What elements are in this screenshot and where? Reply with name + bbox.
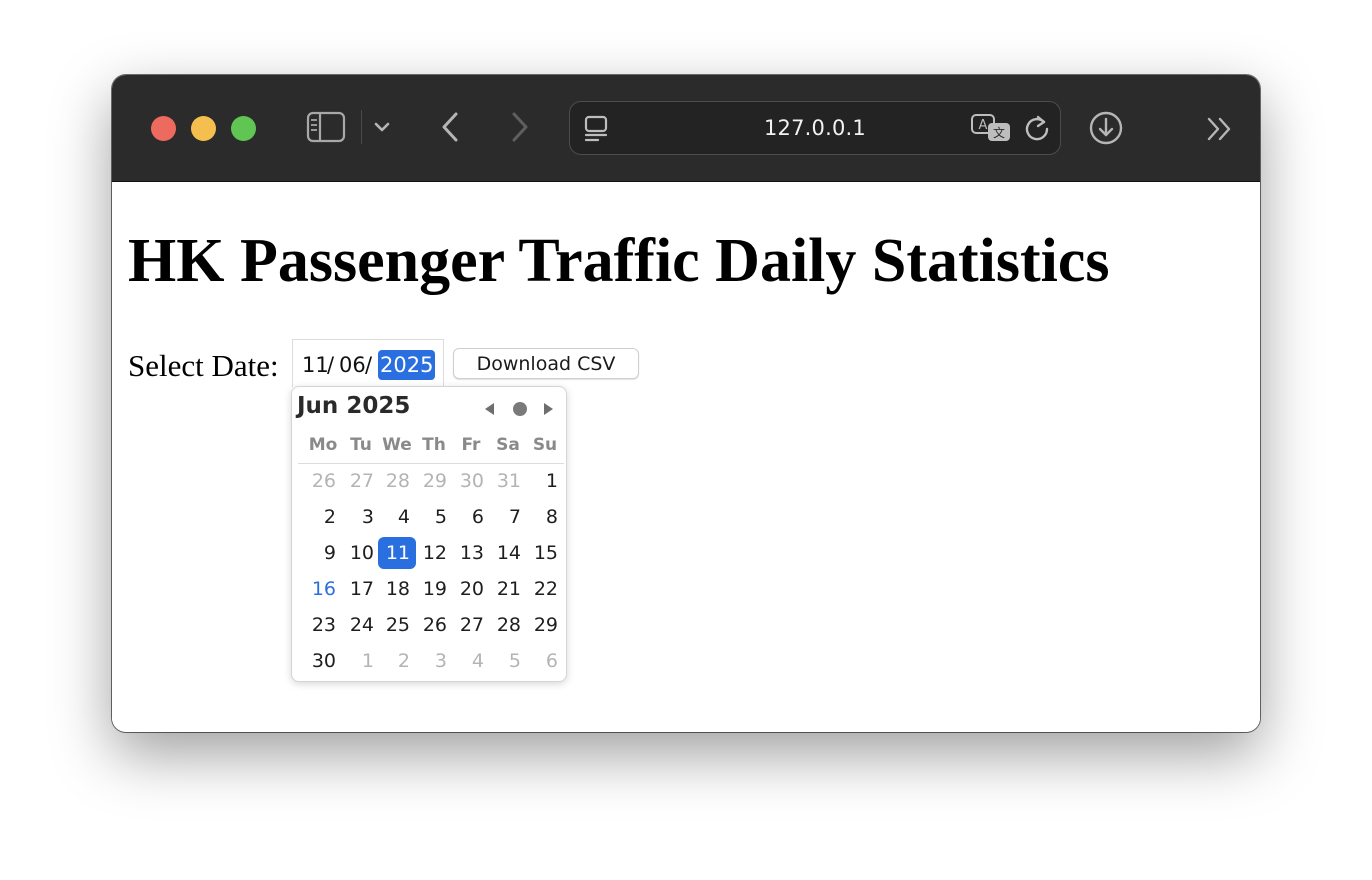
zoom-window-button[interactable]: [231, 116, 256, 141]
close-window-button[interactable]: [151, 116, 176, 141]
page-content: HK Passenger Traffic Daily Statistics Se…: [112, 182, 1260, 732]
calendar-day[interactable]: 27: [342, 465, 380, 497]
calendar-day[interactable]: 2: [378, 645, 416, 677]
calendar-day[interactable]: 5: [489, 645, 527, 677]
calendar-day[interactable]: 28: [489, 609, 527, 641]
weekday-label: We: [382, 435, 412, 455]
weekday-label: Sa: [496, 435, 520, 455]
calendar-month-title: Jun 2025: [297, 393, 411, 419]
date-input[interactable]: 11 / 06 / 2025: [292, 339, 444, 387]
translate-icon[interactable]: A 文: [970, 112, 1014, 146]
calendar-day[interactable]: 6: [452, 501, 490, 533]
browser-window: 127.0.0.1 A 文 HK Passenger Traffic Daily…: [112, 75, 1260, 732]
calendar-day[interactable]: 26: [415, 609, 453, 641]
date-year-segment[interactable]: 2025: [378, 350, 436, 380]
weekday-label: Su: [532, 435, 558, 455]
calendar-day[interactable]: 14: [489, 537, 527, 569]
calendar-day[interactable]: 22: [526, 573, 564, 605]
weekday-label: Th: [422, 435, 446, 455]
calendar-day[interactable]: 29: [415, 465, 453, 497]
weekday-label: Tu: [350, 435, 372, 455]
reload-icon[interactable]: [1022, 114, 1052, 144]
calendar-day-today[interactable]: 16: [304, 573, 342, 605]
today-dot-icon[interactable]: [510, 399, 530, 419]
minimize-window-button[interactable]: [191, 116, 216, 141]
calendar-day[interactable]: 10: [342, 537, 380, 569]
weekday-label: Mo: [308, 435, 338, 455]
toolbar-divider: [361, 110, 362, 144]
date-label: Select Date:: [128, 348, 279, 383]
page-title: HK Passenger Traffic Daily Statistics: [128, 227, 1110, 295]
calendar-day[interactable]: 20: [452, 573, 490, 605]
calendar-day[interactable]: 27: [452, 609, 490, 641]
calendar-day[interactable]: 29: [526, 609, 564, 641]
download-csv-button[interactable]: Download CSV: [453, 348, 639, 379]
calendar-day[interactable]: 18: [378, 573, 416, 605]
calendar-day[interactable]: 17: [342, 573, 380, 605]
calendar-day[interactable]: 2: [304, 501, 342, 533]
download-icon[interactable]: [1088, 110, 1124, 146]
calendar-day[interactable]: 3: [415, 645, 453, 677]
calendar-day[interactable]: 1: [342, 645, 380, 677]
calendar-day[interactable]: 3: [342, 501, 380, 533]
calendar-day[interactable]: 26: [304, 465, 342, 497]
chevron-down-icon[interactable]: [370, 115, 394, 139]
calendar-day[interactable]: 30: [452, 465, 490, 497]
date-day-segment[interactable]: 11: [302, 350, 329, 380]
calendar-day[interactable]: 6: [526, 645, 564, 677]
calendar-day[interactable]: 21: [489, 573, 527, 605]
calendar-day[interactable]: 25: [378, 609, 416, 641]
browser-toolbar: 127.0.0.1 A 文: [112, 75, 1260, 182]
calendar-day[interactable]: 7: [489, 501, 527, 533]
calendar-day[interactable]: 30: [304, 645, 342, 677]
calendar-day[interactable]: 5: [415, 501, 453, 533]
svg-text:文: 文: [993, 125, 1005, 140]
chevron-right-icon[interactable]: [506, 109, 534, 145]
calendar-day[interactable]: 19: [415, 573, 453, 605]
calendar-day[interactable]: 15: [526, 537, 564, 569]
weekday-label: Fr: [461, 435, 481, 455]
date-separator: /: [327, 353, 335, 377]
calendar-day[interactable]: 1: [526, 465, 564, 497]
calendar-day-selected[interactable]: 11: [378, 537, 416, 569]
double-chevron-right-icon[interactable]: [1204, 115, 1236, 143]
calendar-day[interactable]: 23: [304, 609, 342, 641]
chevron-left-icon[interactable]: [436, 109, 464, 145]
calendar-day[interactable]: 4: [452, 645, 490, 677]
calendar-day[interactable]: 12: [415, 537, 453, 569]
svg-text:A: A: [979, 118, 988, 133]
weekday-header-row: Mo Tu We Th Fr Sa Su: [298, 433, 564, 464]
date-month-segment[interactable]: 06: [339, 350, 366, 380]
previous-month-icon[interactable]: [480, 399, 500, 419]
calendar-day[interactable]: 9: [304, 537, 342, 569]
calendar-day[interactable]: 28: [378, 465, 416, 497]
calendar-day[interactable]: 4: [378, 501, 416, 533]
date-picker-popup: Jun 2025 Mo Tu We Th Fr Sa Su 26 27 28 29 30 31 1 2 3 4…: [291, 386, 567, 682]
calendar-day[interactable]: 13: [452, 537, 490, 569]
next-month-icon[interactable]: [538, 399, 558, 419]
calendar-day[interactable]: 24: [342, 609, 380, 641]
calendar-day[interactable]: 8: [526, 501, 564, 533]
calendar-day[interactable]: 31: [489, 465, 527, 497]
date-separator: /: [365, 353, 373, 377]
sidebar-icon[interactable]: [306, 111, 346, 143]
address-bar[interactable]: 127.0.0.1 A 文: [569, 101, 1061, 155]
